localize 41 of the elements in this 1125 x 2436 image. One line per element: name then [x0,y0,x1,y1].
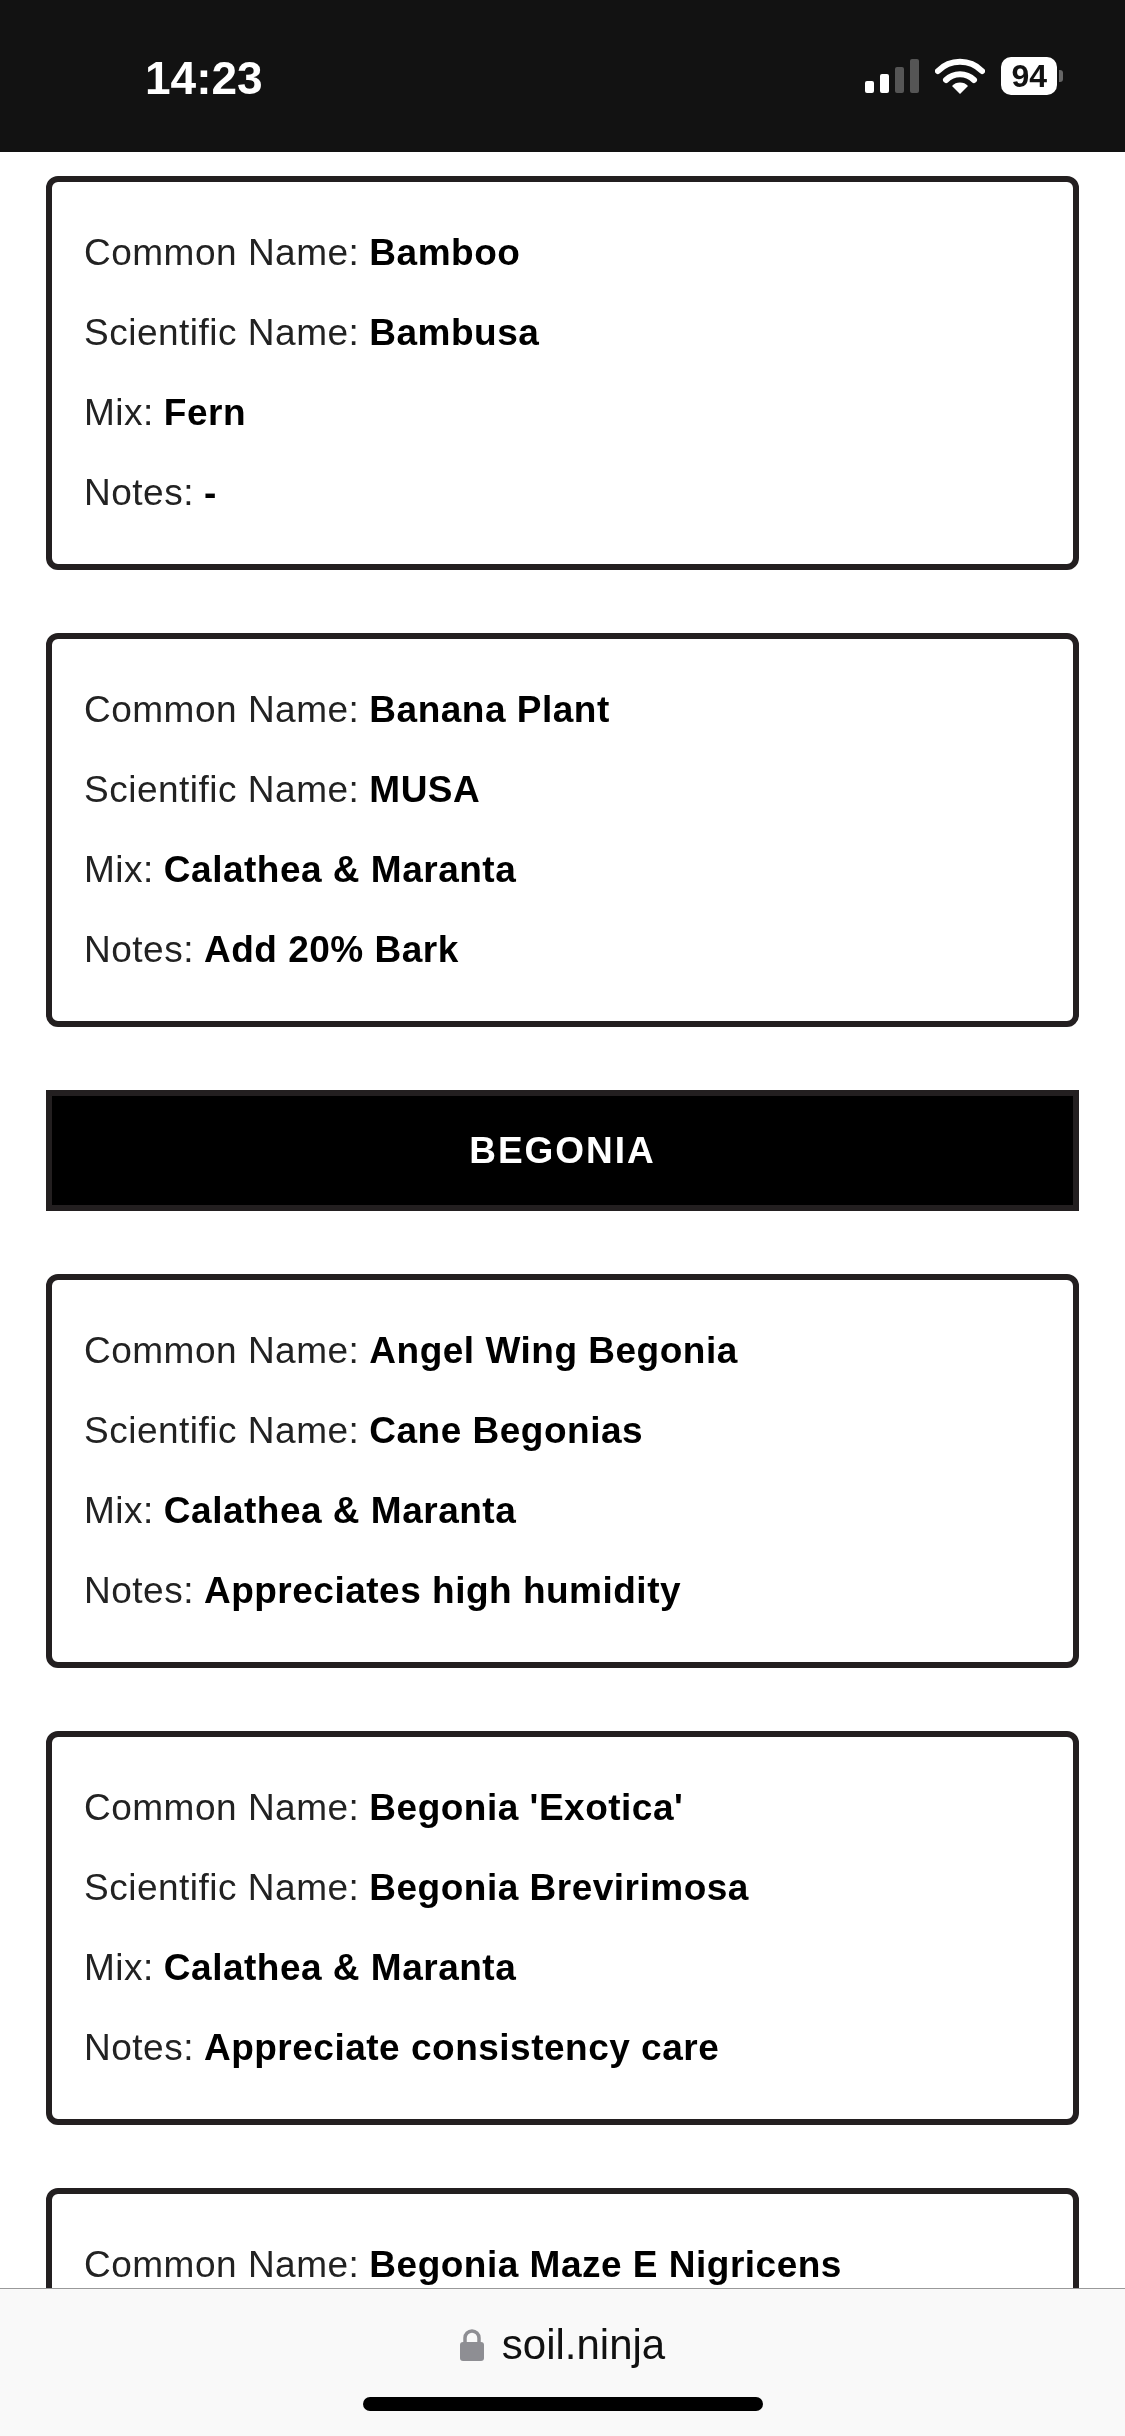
field-label: Common Name: [84,1787,360,1828]
clock-time: 14:23 [145,51,263,105]
field-value: Begonia 'Exotica' [369,1787,684,1828]
signal-icon [865,59,920,93]
field-value: Bambusa [369,312,540,353]
field-label: Common Name: [84,2244,360,2285]
field-label: Notes: [84,2027,194,2068]
lock-icon [459,2329,484,2361]
field-value: Angel Wing Begonia [369,1330,738,1371]
field-value: Begonia Maze E Nigricens [369,2244,842,2285]
field-value: Appreciates high humidity [203,1570,682,1611]
field-value: Begonia Brevirimosa [369,1867,749,1908]
field-value: MUSA [369,769,481,810]
field-value: Calathea & Maranta [163,1490,517,1531]
field-label: Mix: [84,1490,154,1531]
wifi-icon [935,58,986,94]
field-label: Notes: [84,1570,194,1611]
field-label: Scientific Name: [84,769,360,810]
field-label: Common Name: [84,232,360,273]
field-label: Notes: [84,929,194,970]
field-value: Bamboo [369,232,521,273]
field-label: Common Name: [84,689,360,730]
field-value: Calathea & Maranta [163,849,517,890]
field-value: Appreciate consistency care [203,2027,720,2068]
field-label: Mix: [84,1947,154,1988]
field-label: Common Name: [84,1330,360,1371]
field-label: Notes: [84,472,194,513]
field-value: Fern [163,392,246,433]
field-label: Mix: [84,849,154,890]
field-label: Scientific Name: [84,312,360,353]
field-value: Calathea & Maranta [163,1947,517,1988]
field-value: - [203,472,217,513]
section-header: BEGONIA [46,1090,1079,1211]
battery-indicator: 94 [1001,57,1057,95]
field-label: Scientific Name: [84,1867,360,1908]
field-value: Banana Plant [369,689,610,730]
field-label: Mix: [84,392,154,433]
url-text[interactable]: soil.ninja [501,2321,666,2369]
field-value: Cane Begonias [369,1410,644,1451]
field-value: Add 20% Bark [203,929,459,970]
field-label: Scientific Name: [84,1410,360,1451]
